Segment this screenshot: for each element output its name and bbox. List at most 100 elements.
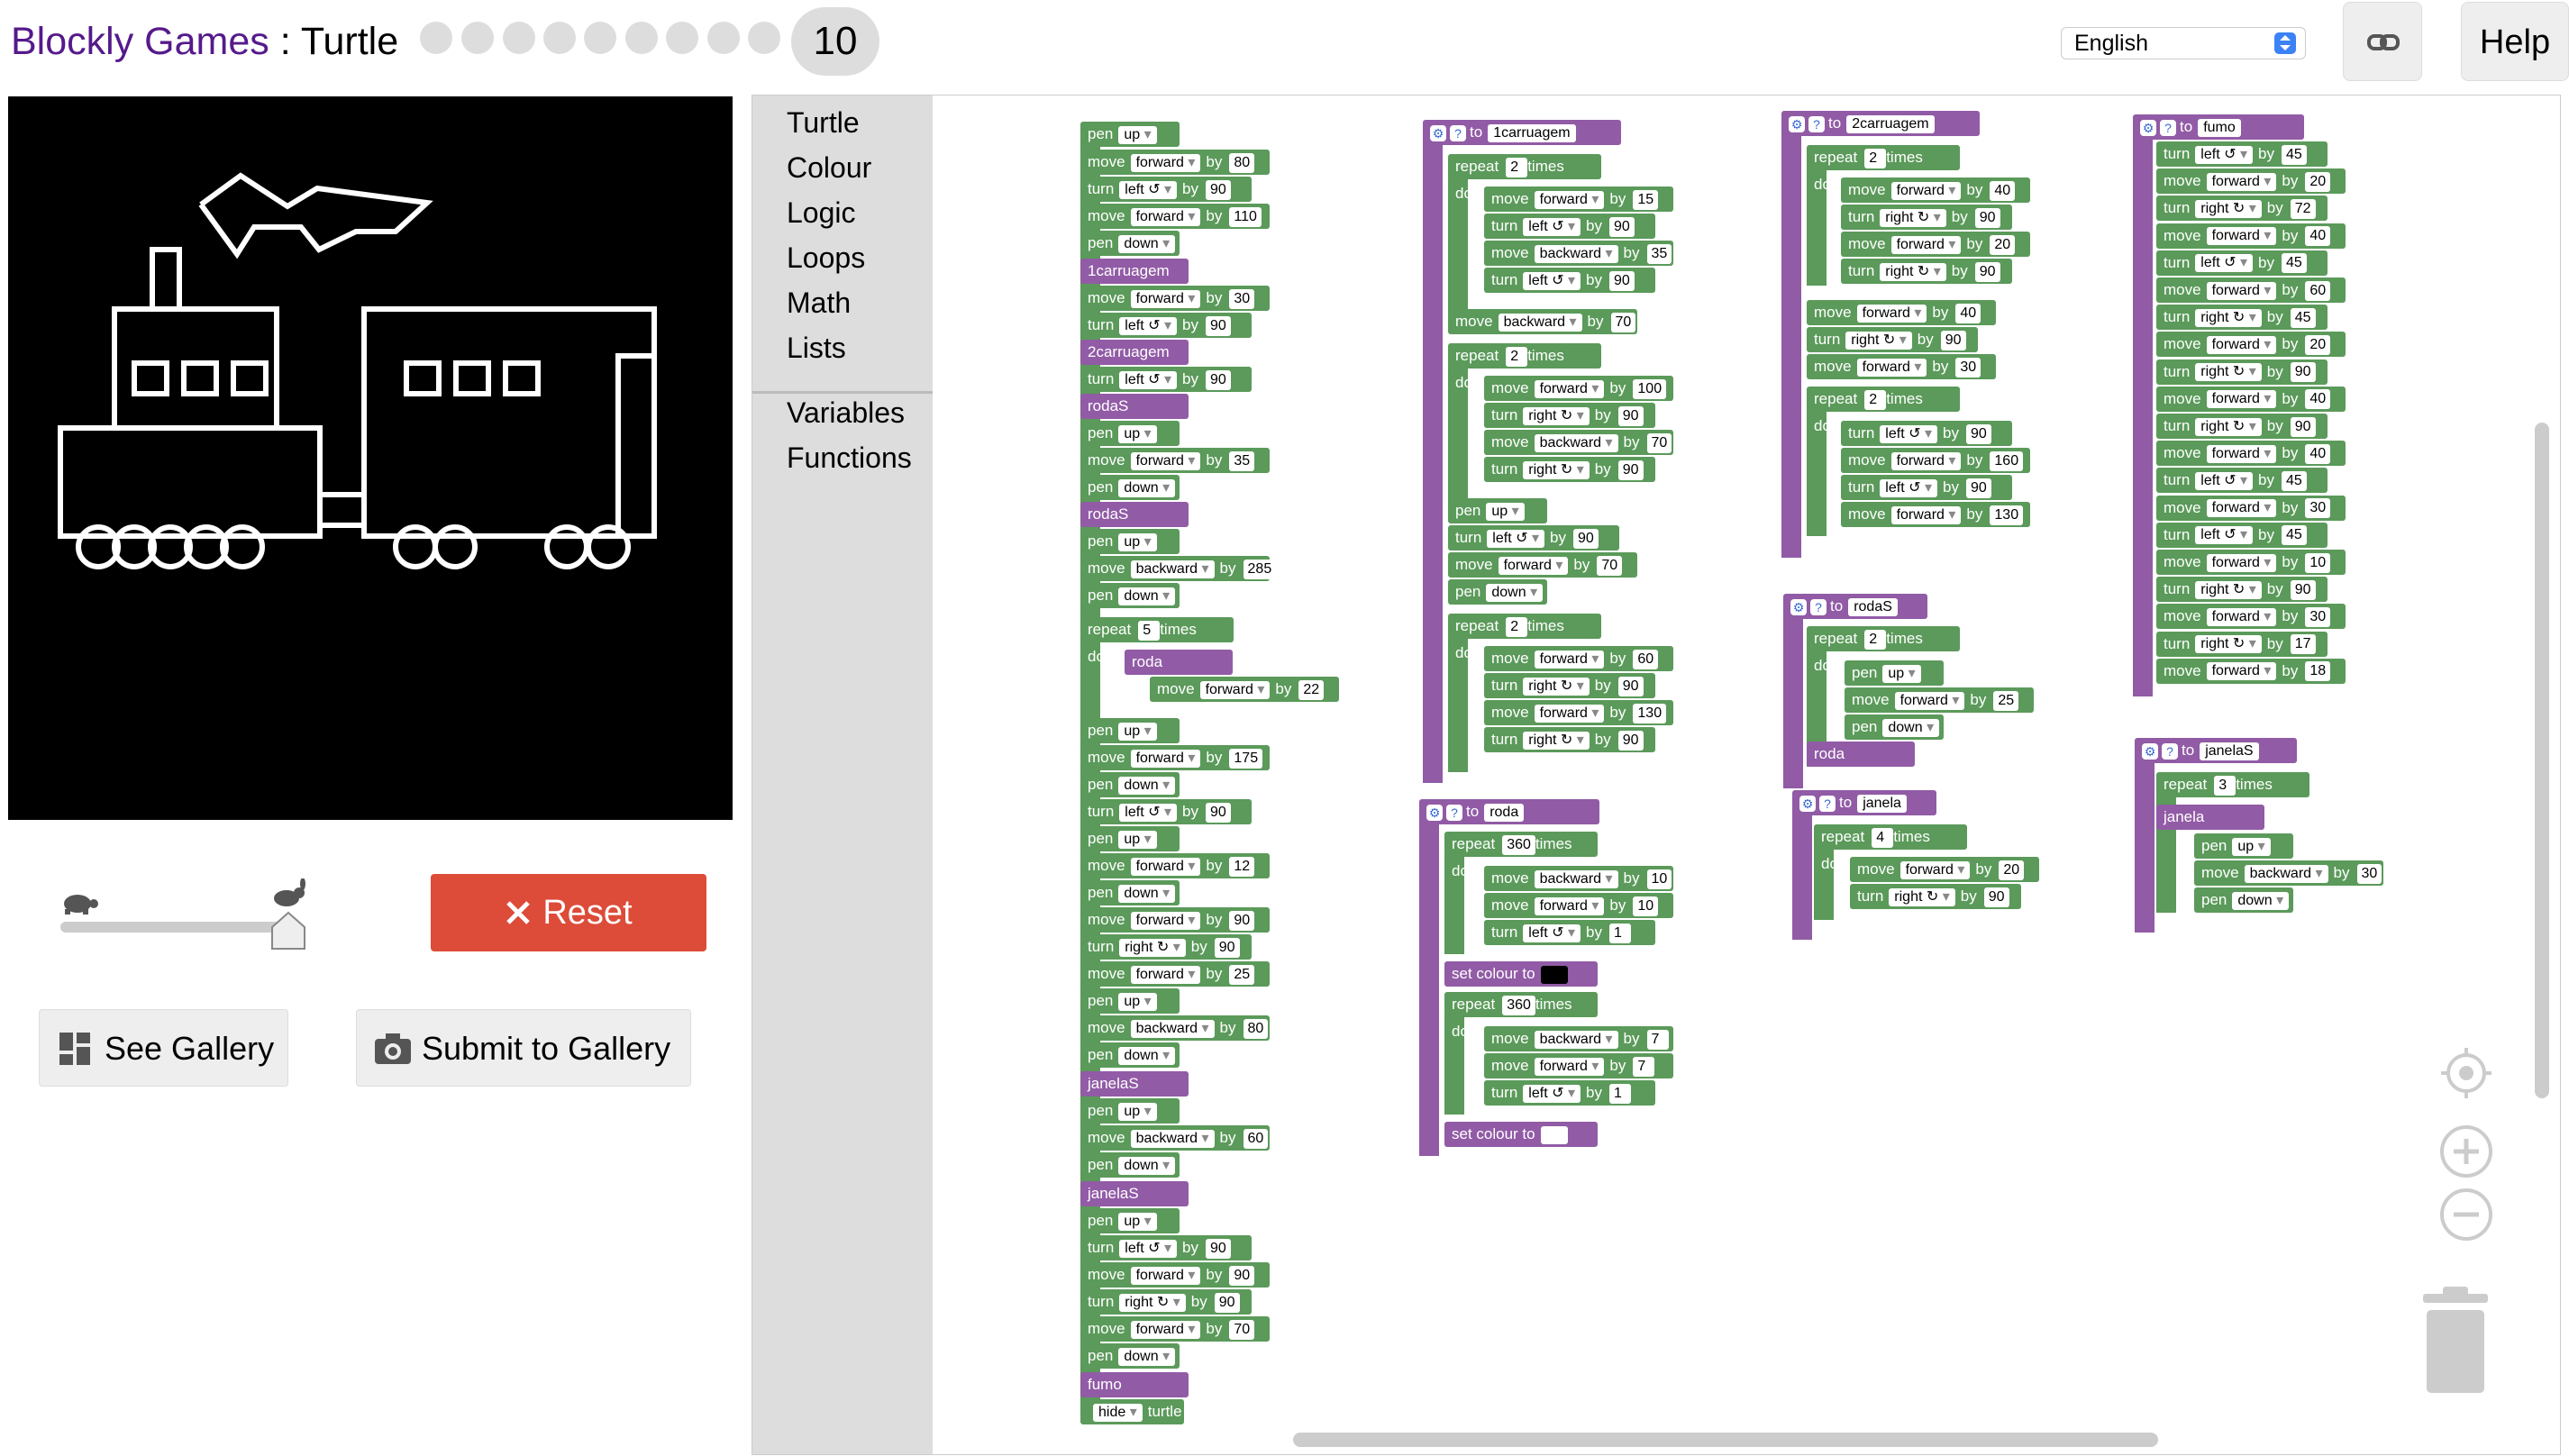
dropdown-field[interactable]: forward <box>2206 553 2277 572</box>
number-field[interactable]: 90 <box>1205 802 1231 823</box>
dropdown-field[interactable]: up <box>2232 837 2271 856</box>
help-button[interactable]: Help <box>2461 2 2569 81</box>
dropdown-field[interactable]: backward <box>1534 244 1618 263</box>
dropdown-field[interactable]: forward <box>1534 190 1605 209</box>
move-block[interactable]: move backward by 10 <box>1484 866 1673 891</box>
number-field[interactable]: 25 <box>1229 964 1255 985</box>
dropdown-field[interactable]: backward <box>1130 1129 1215 1148</box>
hide-turtle-block[interactable]: hideturtle <box>1080 1399 1184 1424</box>
turn-block[interactable]: turnright ↻by90 <box>1484 457 1655 482</box>
turn-block[interactable]: turnright ↻by90 <box>1484 673 1655 698</box>
number-field[interactable]: 2 <box>1506 616 1528 637</box>
number-field[interactable]: 90 <box>1205 369 1231 390</box>
number-field[interactable]: 2 <box>1864 148 1887 168</box>
number-field[interactable]: 2 <box>1506 157 1528 177</box>
pen-block[interactable]: pen down <box>1080 1042 1180 1068</box>
dropdown-field[interactable]: left ↺ <box>1119 316 1177 335</box>
dropdown-field[interactable]: right ↻ <box>1523 731 1590 750</box>
turn-block[interactable]: turnright ↻by 72 <box>2156 196 2328 222</box>
toolbox-category-loops[interactable]: Loops <box>787 241 865 275</box>
dropdown-field[interactable]: down <box>1118 1046 1176 1065</box>
turn-block[interactable]: turnleft ↺by90 <box>1080 799 1252 824</box>
dropdown-field[interactable]: down <box>1118 234 1176 253</box>
dropdown-field[interactable]: forward <box>1534 379 1605 398</box>
toolbox-category-turtle[interactable]: Turtle <box>787 106 860 140</box>
turn-block[interactable]: turnright ↻by90 <box>1484 403 1655 428</box>
dropdown-field[interactable]: left ↺ <box>1523 217 1581 236</box>
turn-block[interactable]: turnleft ↺by 45 <box>2156 141 2328 167</box>
number-field[interactable]: 90 <box>1214 937 1240 958</box>
procedure-call-block[interactable]: janelaS <box>1080 1181 1189 1206</box>
number-field[interactable]: 130 <box>1633 703 1667 723</box>
number-field[interactable]: 90 <box>1205 1238 1231 1259</box>
number-field[interactable]: 20 <box>2305 334 2331 355</box>
turn-block[interactable]: turnleft ↺by90 <box>1484 214 1655 239</box>
move-block[interactable]: move forward by 18 <box>2156 658 2346 684</box>
number-field[interactable]: 45 <box>2281 470 2307 491</box>
number-field[interactable]: 12 <box>1229 856 1255 877</box>
pen-block[interactable]: pen up <box>1080 529 1180 554</box>
submit-gallery-button[interactable]: Submit to Gallery <box>356 1009 691 1087</box>
dropdown-field[interactable]: forward <box>2206 281 2277 300</box>
number-field[interactable]: 90 <box>1617 676 1644 696</box>
move-block[interactable]: move forward by 60 <box>2156 278 2346 303</box>
move-block[interactable]: moveforwardby25 <box>1845 687 2034 713</box>
move-block[interactable]: move forwardby 10 <box>1484 893 1673 918</box>
move-block[interactable]: move backwardby 285 <box>1080 556 1277 581</box>
number-field[interactable]: 17 <box>2290 634 2316 655</box>
turn-block[interactable]: turnleft ↺by90 <box>1448 525 1619 551</box>
pen-block[interactable]: pen down <box>1080 1343 1180 1369</box>
turn-block[interactable]: turnright ↻by90 <box>2156 414 2328 439</box>
level-dot-7[interactable] <box>666 22 698 54</box>
pen-block[interactable]: pen down <box>1080 880 1180 905</box>
dropdown-field[interactable]: down <box>1882 718 1940 737</box>
number-field[interactable]: 90 <box>1572 528 1599 549</box>
dropdown-field[interactable]: left ↺ <box>1523 924 1581 942</box>
current-level-badge[interactable]: 10 <box>791 7 879 76</box>
dropdown-field[interactable]: forward <box>1890 451 1962 470</box>
zoom-out-icon[interactable] <box>2439 1188 2493 1242</box>
move-block[interactable]: move backward by 70 <box>1484 430 1673 455</box>
number-field[interactable]: 30 <box>1229 288 1255 309</box>
move-block[interactable]: move forward by 110 <box>1080 204 1270 229</box>
dropdown-field[interactable]: forward <box>1899 860 1971 879</box>
procedure-call-block[interactable]: 1carruagem <box>1080 259 1189 284</box>
procedure-name-field[interactable]: fumo <box>2198 118 2241 137</box>
procedure-name-field[interactable]: 1carruagem <box>1488 123 1576 142</box>
number-field[interactable]: 90 <box>1983 887 2009 907</box>
turn-block[interactable]: turnleft ↺by90 <box>1841 421 2012 446</box>
dropdown-field[interactable]: forward <box>1534 1057 1605 1076</box>
repeat-block[interactable]: repeat 3 times <box>2156 772 2309 797</box>
number-field[interactable]: 90 <box>1974 261 2000 282</box>
pen-block[interactable]: pen up <box>1080 1098 1180 1124</box>
dropdown-field[interactable]: left ↺ <box>1880 478 1937 497</box>
speed-slider[interactable] <box>56 878 308 951</box>
move-block[interactable]: move forward by 40 <box>2156 223 2346 249</box>
dropdown-field[interactable]: left ↺ <box>1119 803 1177 822</box>
dropdown-field[interactable]: down <box>1118 587 1176 605</box>
procedure-definition-block[interactable]: ⚙? to roda <box>1419 799 1599 824</box>
number-field[interactable]: 30 <box>1955 357 1981 378</box>
number-field[interactable]: 45 <box>2281 525 2307 546</box>
move-block[interactable]: moveforwardby25 <box>1080 961 1270 987</box>
move-block[interactable]: move forward by 12 <box>1080 853 1270 878</box>
move-block[interactable]: moveforwardby 20 <box>1841 232 2030 257</box>
blockly-workspace[interactable]: Turtle Colour Logic Loops Math Lists Var… <box>752 95 2561 1455</box>
dropdown-field[interactable]: right ↻ <box>2195 580 2262 599</box>
number-field[interactable]: 45 <box>2281 144 2307 165</box>
repeat-block[interactable]: repeat 5 times <box>1080 617 1234 642</box>
colour-swatch[interactable] <box>1540 965 1568 984</box>
turn-block[interactable]: turnleft ↺by90 <box>1484 268 1655 293</box>
procedure-definition-block[interactable]: ⚙? to janelaS <box>2135 738 2297 763</box>
dropdown-field[interactable]: right ↻ <box>2195 308 2262 327</box>
dropdown-field[interactable]: up <box>1118 424 1157 443</box>
number-field[interactable]: 60 <box>1633 649 1659 669</box>
number-field[interactable]: 30 <box>2356 863 2382 884</box>
dropdown-field[interactable]: right ↻ <box>2195 199 2262 218</box>
number-field[interactable]: 70 <box>1646 432 1672 453</box>
number-field[interactable]: 90 <box>1608 216 1635 237</box>
number-field[interactable]: 20 <box>1990 234 2016 255</box>
number-field[interactable]: 1 <box>1608 1083 1631 1104</box>
repeat-block[interactable]: repeat 2 times <box>1807 626 1960 651</box>
repeat-block[interactable]: repeat 2 times <box>1448 614 1601 639</box>
